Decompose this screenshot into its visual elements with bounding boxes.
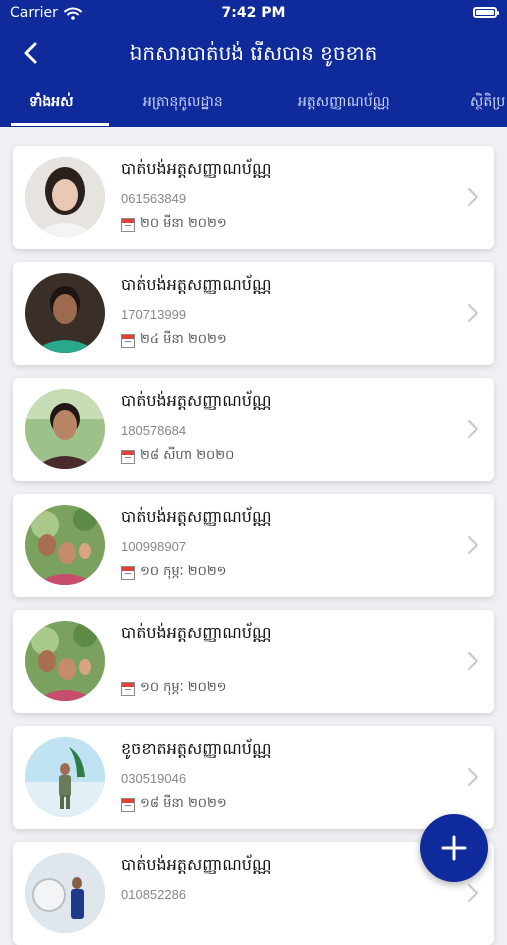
chevron-right-icon [468,304,478,322]
item-title: បាត់បង់អត្តសញ្ញាណប័ណ្ណ [121,855,272,874]
item-date-row: ២០ មីនា ២០២១ [121,215,227,234]
calendar-icon [121,333,135,348]
chevron-right-icon [468,768,478,786]
calendar-icon [121,797,135,812]
calendar-icon [121,681,135,696]
item-date-row: ១០ កុម្ភៈ ២០២១ [121,563,227,582]
item-date: ១០ កុម្ភៈ ២០២១ [140,680,227,695]
tab-all[interactable]: ទាំងអស់ [29,92,73,113]
list-item[interactable]: បាត់បង់អត្តសញ្ញាណប័ណ្ណ ១០ កុម្ភៈ ២០២១ [13,610,494,713]
item-number: 100998907 [121,539,187,554]
chevron-right-icon [468,536,478,554]
chevron-right-icon [468,652,478,670]
avatar [25,157,105,237]
status-time: 7:42 PM [221,5,286,21]
item-date-row: ២៤ មីនា ២០២១ [121,331,227,350]
item-title: បាត់បង់អត្តសញ្ញាណប័ណ្ណ [121,391,272,410]
item-number: 170713999 [121,307,187,322]
item-title: បាត់បង់អត្តសញ្ញាណប័ណ្ណ [121,275,272,294]
list-item[interactable]: ខូចខាតអត្តសញ្ញាណប័ណ្ណ 030519046 ១៨ មីនា … [13,726,494,829]
avatar [25,505,105,585]
nav-bar: ឯកសារបាត់បង់ រើសបាន ខូចខាត [0,28,507,78]
list-item[interactable]: បាត់បង់អត្តសញ្ញាណប័ណ្ណ 100998907 ១០ កុម្… [13,494,494,597]
chevron-right-icon [468,884,478,902]
status-bar: Carrier 7:42 PM [0,0,507,28]
avatar [25,853,105,933]
battery-icon [473,7,499,18]
tab-statistics[interactable]: ស្ថិតិប្រ [470,92,505,113]
item-date: ១៨ មីនា ២០២១ [140,796,227,811]
item-date-row: ២៨ សីហា ២០២០ [121,447,234,466]
list-item[interactable]: បាត់បង់អត្តសញ្ញាណប័ណ្ណ 180578684 ២៨ សីហា… [13,378,494,481]
tab-bar: ទាំងអស់ អត្រានុកូលដ្ឋាន អត្តសញ្ញាណប័ណ្ណ … [0,78,507,127]
avatar [25,621,105,701]
item-number: 061563849 [121,191,187,206]
item-number: 180578684 [121,423,187,438]
calendar-icon [121,217,135,232]
chevron-right-icon [468,188,478,206]
list-item[interactable]: បាត់បង់អត្តសញ្ញាណប័ណ្ណ 061563849 ២០ មីនា… [13,146,494,249]
add-document-button[interactable] [420,814,488,882]
item-date: ២០ មីនា ២០២១ [140,216,227,231]
avatar [25,273,105,353]
page-title: ឯកសារបាត់បង់ រើសបាន ខូចខាត [129,41,378,65]
active-tab-indicator [11,123,109,126]
plus-icon [441,835,467,861]
item-title: ខូចខាតអត្តសញ្ញាណប័ណ្ណ [121,739,272,758]
calendar-icon [121,565,135,580]
tab-id-card[interactable]: អត្តសញ្ញាណប័ណ្ណ [298,92,390,113]
item-date-row: ១០ កុម្ភៈ ២០២១ [121,679,227,698]
item-number: 030519046 [121,771,187,786]
item-title: បាត់បង់អត្តសញ្ញាណប័ណ្ណ [121,507,272,526]
item-date-row: ១៨ មីនា ២០២១ [121,795,227,814]
item-date: ២៤ មីនា ២០២១ [140,332,227,347]
item-date: ១០ កុម្ភៈ ២០២១ [140,564,227,579]
item-date: ២៨ សីហា ២០២០ [140,448,235,463]
avatar [25,737,105,817]
item-title: បាត់បង់អត្តសញ្ញាណប័ណ្ណ [121,623,272,642]
calendar-icon [121,449,135,464]
avatar [25,389,105,469]
item-title: បាត់បង់អត្តសញ្ញាណប័ណ្ណ [121,159,272,178]
chevron-right-icon [468,420,478,438]
tab-civil-registry[interactable]: អត្រានុកូលដ្ឋាន [143,92,223,113]
list-item[interactable]: បាត់បង់អត្តសញ្ញាណប័ណ្ណ 170713999 ២៤ មីនា… [13,262,494,365]
